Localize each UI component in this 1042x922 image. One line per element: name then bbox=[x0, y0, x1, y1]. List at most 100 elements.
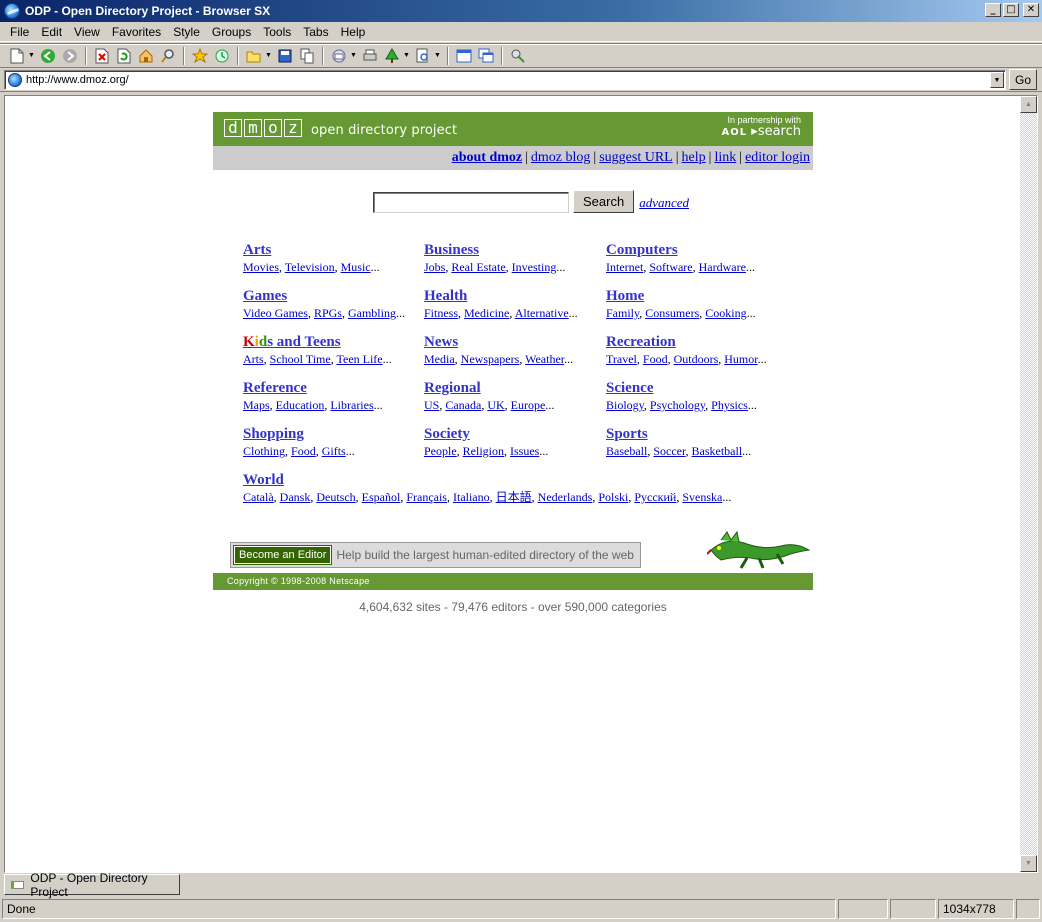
close-button[interactable]: ✕ bbox=[1023, 3, 1039, 17]
mail-dropdown-icon[interactable]: ▼ bbox=[350, 47, 357, 65]
maximize-button[interactable]: □ bbox=[1003, 3, 1019, 17]
zoom-dropdown-icon[interactable]: ▼ bbox=[434, 47, 441, 65]
subcategory-link[interactable]: Русский bbox=[634, 490, 676, 504]
scroll-down-icon[interactable]: ▼ bbox=[1020, 855, 1037, 872]
forward-icon[interactable] bbox=[61, 47, 79, 65]
resize-grip-icon[interactable] bbox=[1016, 899, 1040, 919]
menu-style[interactable]: Style bbox=[167, 25, 206, 39]
menu-favorites[interactable]: Favorites bbox=[106, 25, 167, 39]
category-title[interactable]: Home bbox=[606, 288, 756, 305]
subcategory-link[interactable]: Català bbox=[243, 490, 274, 504]
subcategory-link[interactable]: Travel bbox=[606, 352, 637, 366]
become-editor-button[interactable]: Become an Editor bbox=[232, 545, 333, 565]
open-icon[interactable] bbox=[245, 47, 263, 65]
nav-link-link[interactable]: link bbox=[714, 150, 736, 165]
menu-tabs[interactable]: Tabs bbox=[297, 25, 334, 39]
subcategory-link[interactable]: Gifts bbox=[322, 444, 346, 458]
category-title[interactable]: Computers bbox=[606, 242, 755, 259]
menu-file[interactable]: File bbox=[4, 25, 35, 39]
subcategory-link[interactable]: US bbox=[424, 398, 439, 412]
subcategory-link[interactable]: School Time bbox=[270, 352, 331, 366]
search-icon[interactable] bbox=[159, 47, 177, 65]
category-title[interactable]: Business bbox=[424, 242, 565, 259]
subcategory-link[interactable]: Polski bbox=[598, 490, 628, 504]
advanced-search-link[interactable]: advanced bbox=[639, 195, 689, 211]
subcategory-link[interactable]: Religion bbox=[463, 444, 504, 458]
subcategory-link[interactable]: Gambling bbox=[348, 306, 396, 320]
nav-about-link[interactable]: about dmoz bbox=[452, 150, 522, 165]
category-title[interactable]: Games bbox=[243, 288, 405, 305]
category-title[interactable]: News bbox=[424, 334, 573, 351]
refresh-icon[interactable] bbox=[115, 47, 133, 65]
subcategory-link[interactable]: Libraries bbox=[330, 398, 373, 412]
home-icon[interactable] bbox=[137, 47, 155, 65]
subcategory-link[interactable]: Software bbox=[649, 260, 692, 274]
window-icon[interactable] bbox=[455, 47, 473, 65]
menu-tools[interactable]: Tools bbox=[257, 25, 297, 39]
history-icon[interactable] bbox=[213, 47, 231, 65]
subcategory-link[interactable]: Issues bbox=[510, 444, 539, 458]
category-title[interactable]: World bbox=[243, 472, 731, 489]
nav-suggest-link[interactable]: suggest URL bbox=[599, 150, 673, 165]
address-url[interactable]: http://www.dmoz.org/ bbox=[26, 74, 129, 86]
subcategory-link[interactable]: Hardware bbox=[699, 260, 746, 274]
category-title[interactable]: Reference bbox=[243, 380, 383, 397]
menu-view[interactable]: View bbox=[68, 25, 106, 39]
subcategory-link[interactable]: Television bbox=[285, 260, 335, 274]
favorites-icon[interactable] bbox=[191, 47, 209, 65]
subcategory-link[interactable]: Alternative bbox=[515, 306, 569, 320]
subcategory-link[interactable]: Real Estate bbox=[451, 260, 505, 274]
subcategory-link[interactable]: Français bbox=[406, 490, 447, 504]
go-button[interactable]: Go bbox=[1009, 69, 1037, 90]
subcategory-link[interactable]: Media bbox=[424, 352, 455, 366]
nav-help-link[interactable]: help bbox=[682, 150, 706, 165]
subcategory-link[interactable]: Food bbox=[643, 352, 668, 366]
aol-partner-logo[interactable]: In partnership with AOL ▸search bbox=[722, 115, 801, 139]
zoom-icon[interactable] bbox=[414, 47, 432, 65]
subcategory-link[interactable]: Physics bbox=[711, 398, 748, 412]
subcategory-link[interactable]: Consumers bbox=[645, 306, 699, 320]
save-icon[interactable] bbox=[276, 47, 294, 65]
vertical-scrollbar[interactable]: ▲ ▼ bbox=[1020, 96, 1037, 872]
dmoz-logo[interactable]: d m o z bbox=[224, 119, 302, 137]
category-title[interactable]: Health bbox=[424, 288, 578, 305]
subcategory-link[interactable]: Europe bbox=[511, 398, 546, 412]
category-title[interactable]: Arts bbox=[243, 242, 380, 259]
subcategory-link[interactable]: Baseball bbox=[606, 444, 647, 458]
subcategory-link[interactable]: Biology bbox=[606, 398, 644, 412]
subcategory-link[interactable]: Education bbox=[276, 398, 325, 412]
cascade-icon[interactable] bbox=[477, 47, 495, 65]
subcategory-link[interactable]: Newspapers bbox=[461, 352, 520, 366]
subcategory-link[interactable]: Investing bbox=[512, 260, 557, 274]
tools-icon[interactable] bbox=[509, 47, 527, 65]
nav-blog-link[interactable]: dmoz blog bbox=[531, 150, 591, 165]
subcategory-link[interactable]: RPGs bbox=[314, 306, 342, 320]
address-dropdown-icon[interactable]: ▼ bbox=[990, 72, 1004, 88]
subcategory-link[interactable]: Movies bbox=[243, 260, 279, 274]
subcategory-link[interactable]: Teen Life bbox=[337, 352, 383, 366]
subcategory-link[interactable]: Music bbox=[341, 260, 371, 274]
category-title[interactable]: Sports bbox=[606, 426, 751, 443]
subcategory-link[interactable]: UK bbox=[487, 398, 504, 412]
category-title[interactable]: Science bbox=[606, 380, 757, 397]
subcategory-link[interactable]: Clothing bbox=[243, 444, 285, 458]
subcategory-link[interactable]: Deutsch bbox=[316, 490, 355, 504]
subcategory-link[interactable]: Maps bbox=[243, 398, 270, 412]
open-dropdown-icon[interactable]: ▼ bbox=[265, 47, 272, 65]
category-title[interactable]: Society bbox=[424, 426, 548, 443]
scroll-up-icon[interactable]: ▲ bbox=[1020, 96, 1037, 113]
subcategory-link[interactable]: Soccer bbox=[653, 444, 685, 458]
subcategory-link[interactable]: Nederlands bbox=[538, 490, 593, 504]
new-page-icon[interactable] bbox=[8, 47, 26, 65]
nav-editor-login-link[interactable]: editor login bbox=[745, 150, 810, 165]
category-title[interactable]: Recreation bbox=[606, 334, 767, 351]
menu-help[interactable]: Help bbox=[335, 25, 372, 39]
print-icon[interactable] bbox=[361, 47, 379, 65]
subcategory-link[interactable]: Fitness bbox=[424, 306, 458, 320]
subcategory-link[interactable]: Jobs bbox=[424, 260, 445, 274]
category-title[interactable]: Shopping bbox=[243, 426, 355, 443]
subcategory-link[interactable]: Svenska bbox=[682, 490, 722, 504]
subcategory-link[interactable]: Dansk bbox=[280, 490, 311, 504]
subcategory-link[interactable]: Outdoors bbox=[674, 352, 719, 366]
tab-odp[interactable]: ODP - Open Directory Project bbox=[4, 871, 180, 899]
